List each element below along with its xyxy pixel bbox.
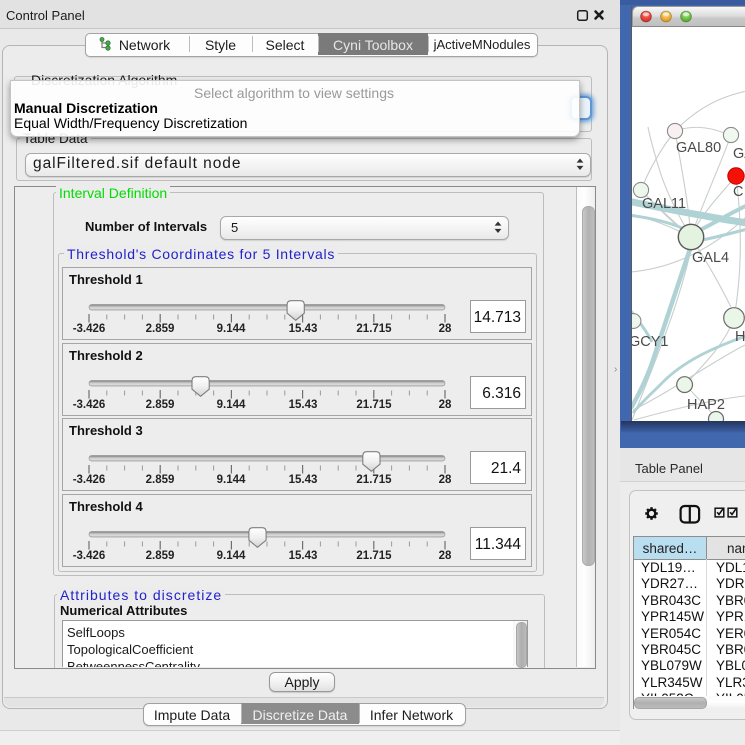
svg-text:GAL11: GAL11 (642, 196, 686, 212)
svg-text:GCY1: GCY1 (632, 334, 669, 350)
svg-text:C: C (733, 184, 743, 200)
svg-text:GA: GA (733, 146, 745, 162)
svg-text:GAL80: GAL80 (676, 140, 721, 156)
svg-text:H: H (735, 329, 745, 345)
svg-text:HAP2: HAP2 (687, 397, 725, 413)
svg-text:GAL4: GAL4 (692, 250, 729, 266)
